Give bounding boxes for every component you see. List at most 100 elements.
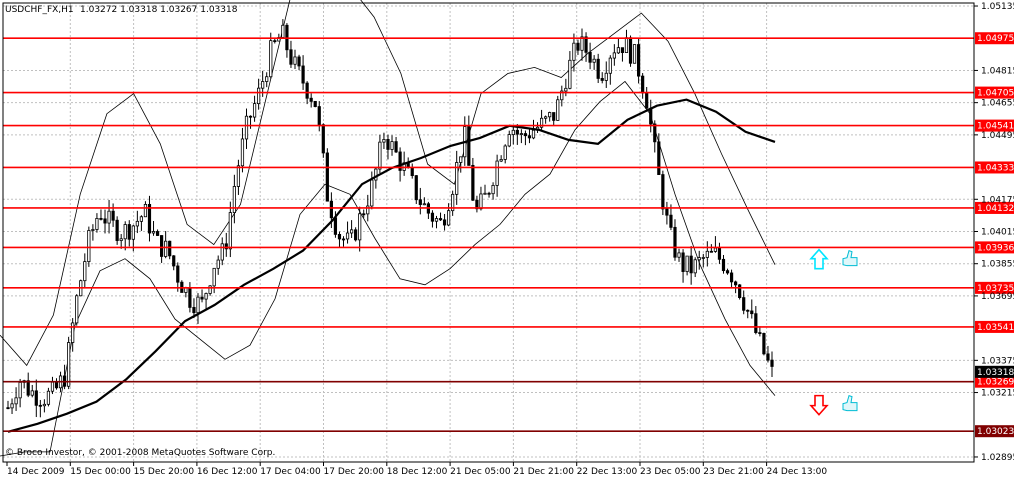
candle-body xyxy=(438,218,443,221)
candle-body xyxy=(641,75,645,94)
candle-body xyxy=(459,156,463,163)
candle-body xyxy=(499,159,503,162)
candle-body xyxy=(374,168,378,181)
level-price-label: 1.03269 xyxy=(977,378,1014,388)
level-price-label: 1.04975 xyxy=(977,34,1014,44)
current-price-label: 1.03318 xyxy=(977,368,1014,378)
candle-body xyxy=(681,252,685,272)
candle-body xyxy=(188,287,192,308)
candle-body xyxy=(160,235,164,257)
price-chart[interactable]: 1.049751.047051.045411.043331.041321.039… xyxy=(0,0,1014,479)
candle-body xyxy=(333,217,338,235)
chart-window[interactable]: 1.04975 1.04705 1.04541 1.04333 1.04132 1.039… xyxy=(0,0,1014,479)
candle-body xyxy=(620,47,625,53)
candle-body xyxy=(442,219,447,226)
y-tick-label: 1.04815 xyxy=(981,66,1014,76)
candle-body xyxy=(289,49,293,65)
candle-body xyxy=(131,225,135,240)
candle-body xyxy=(709,250,713,253)
candle-body xyxy=(309,97,313,102)
candle-body xyxy=(196,296,200,314)
candle-body xyxy=(26,380,30,396)
candle-body xyxy=(248,115,253,118)
candle-body xyxy=(616,47,620,54)
candle-body xyxy=(584,36,588,53)
candle-body xyxy=(430,212,435,222)
candle-body xyxy=(18,381,22,399)
candle-body xyxy=(592,58,596,63)
x-tick-label: 21 Dec 21:00 xyxy=(513,467,574,477)
candle-body xyxy=(34,390,38,406)
candle-body xyxy=(252,103,257,118)
candle-body xyxy=(236,165,241,187)
candle-body xyxy=(734,281,738,286)
y-tick-label: 1.03695 xyxy=(981,292,1014,302)
support-resistance-levels[interactable]: 1.049751.047051.045411.043331.041321.039… xyxy=(3,32,1014,438)
candle-body xyxy=(653,123,657,143)
candle-body xyxy=(697,257,701,261)
candle-body xyxy=(762,333,766,355)
bollinger-upper-band xyxy=(0,0,776,367)
candle-body xyxy=(325,152,329,202)
copyright-label: © Broco Investor, © 2001-2008 MetaQuotes… xyxy=(5,448,275,458)
candle-body xyxy=(95,218,99,230)
candle-body xyxy=(568,59,572,89)
candle-body xyxy=(766,353,770,361)
candle-body xyxy=(544,116,548,119)
candle-body xyxy=(552,112,556,121)
candle-body xyxy=(321,124,325,154)
candle-body xyxy=(770,359,774,367)
candle-body xyxy=(422,203,426,206)
candle-body xyxy=(564,87,568,92)
candle-body xyxy=(519,133,523,135)
candle-body xyxy=(103,218,107,224)
candle-body xyxy=(123,224,127,240)
candle-body xyxy=(139,216,143,222)
x-tick-label: 23 Dec 21:00 xyxy=(703,467,764,477)
up-arrow-icon xyxy=(809,248,829,270)
chart-ohlc-values: 1.03272 1.03318 1.03267 1.03318 xyxy=(80,5,238,15)
candle-body xyxy=(673,226,677,258)
candle-body xyxy=(337,233,342,240)
candle-body xyxy=(305,82,309,99)
candle-body xyxy=(200,296,204,300)
candle-body xyxy=(293,56,297,65)
down-arrow-icon xyxy=(809,394,829,416)
candle-body xyxy=(657,141,661,175)
y-tick-label: 1.04175 xyxy=(981,195,1014,205)
candle-body xyxy=(669,214,673,228)
candle-body xyxy=(67,342,71,387)
candle-body xyxy=(176,265,180,283)
candle-body xyxy=(54,381,59,389)
candle-body xyxy=(382,139,386,143)
candle-body xyxy=(637,44,641,77)
candle-body xyxy=(624,37,629,53)
candle-body xyxy=(119,238,123,241)
y-tick-label: 1.02895 xyxy=(981,453,1014,463)
y-tick-label: 1.03215 xyxy=(981,389,1014,399)
candle-body xyxy=(107,210,111,224)
candle-body xyxy=(495,160,499,186)
candle-body xyxy=(370,179,374,207)
candle-body xyxy=(216,259,220,269)
candle-body xyxy=(713,247,718,252)
candle-body xyxy=(467,126,471,166)
candle-body xyxy=(208,285,212,294)
candle-body xyxy=(14,397,18,405)
level-price-label: 1.04705 xyxy=(977,89,1014,99)
candle-body xyxy=(515,129,519,135)
candle-body xyxy=(677,252,681,258)
candle-body xyxy=(10,403,14,409)
candle-body xyxy=(164,240,168,257)
candle-body xyxy=(111,210,115,221)
candle-body xyxy=(434,218,439,222)
candle-body xyxy=(447,210,451,226)
y-tick-label: 1.04655 xyxy=(981,99,1014,109)
candle-body xyxy=(483,192,487,195)
level-price-label: 1.03023 xyxy=(977,427,1014,437)
x-tick-label: 16 Dec 12:00 xyxy=(197,467,258,477)
y-tick-label: 1.03855 xyxy=(981,260,1014,270)
candle-body xyxy=(665,208,669,216)
candle-body xyxy=(155,231,160,236)
candle-body xyxy=(608,57,612,74)
